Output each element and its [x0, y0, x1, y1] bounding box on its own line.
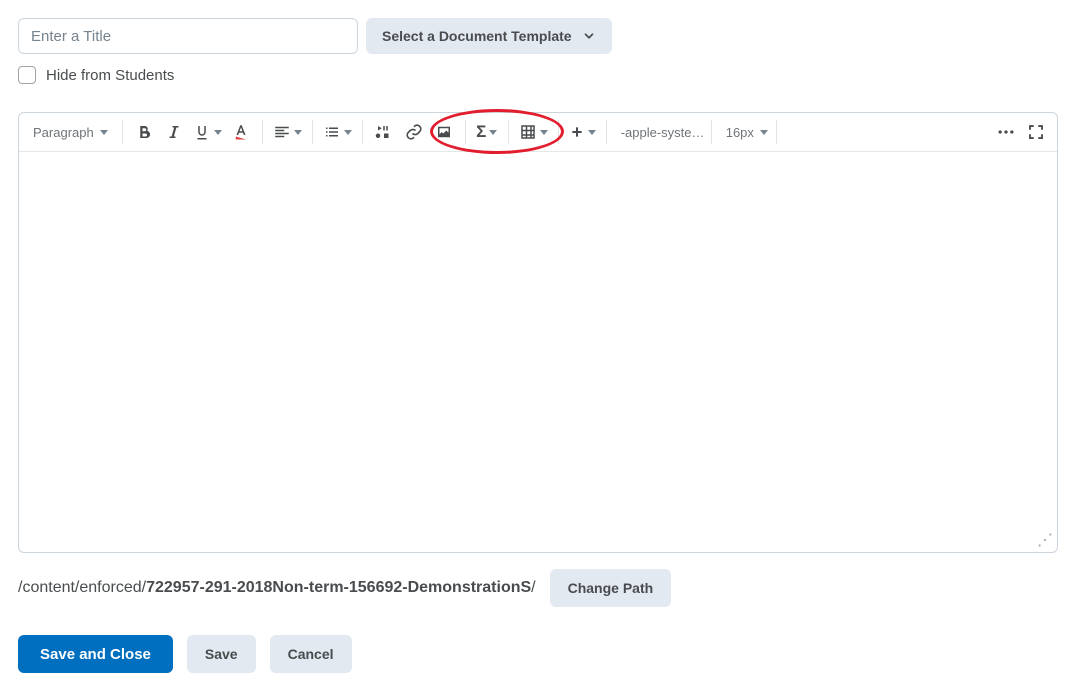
- toolbar-separator: [362, 120, 363, 144]
- chevron-down-icon: [760, 130, 768, 135]
- toolbar-separator: [711, 120, 712, 144]
- cancel-button[interactable]: Cancel: [270, 635, 352, 673]
- italic-button[interactable]: [159, 117, 189, 147]
- font-size-select[interactable]: 16px: [718, 117, 770, 147]
- insert-more-button[interactable]: [565, 117, 600, 147]
- toolbar-separator: [776, 120, 777, 144]
- chevron-down-icon: [588, 130, 596, 135]
- path-prefix: /content/enforced/: [18, 579, 146, 596]
- insert-stuff-icon: [375, 123, 393, 141]
- editor-content-area[interactable]: [19, 152, 1057, 552]
- content-path: /content/enforced/722957-291-2018Non-ter…: [18, 579, 536, 597]
- save-button[interactable]: Save: [187, 635, 256, 673]
- toolbar-separator: [262, 120, 263, 144]
- font-family-label: -apple-syste…: [621, 125, 705, 140]
- align-left-icon: [273, 123, 291, 141]
- path-suffix: /: [531, 579, 535, 596]
- select-template-button[interactable]: Select a Document Template: [366, 18, 612, 54]
- chevron-down-icon: [540, 130, 548, 135]
- toolbar-separator: [465, 120, 466, 144]
- sigma-icon: Σ: [476, 122, 486, 142]
- list-button[interactable]: [319, 117, 356, 147]
- chevron-down-icon: [582, 29, 596, 43]
- font-size-label: 16px: [726, 125, 754, 140]
- hide-from-students-checkbox[interactable]: [18, 66, 36, 84]
- toolbar-separator: [312, 120, 313, 144]
- fullscreen-icon: [1027, 123, 1045, 141]
- chevron-down-icon: [100, 130, 108, 135]
- insert-image-button[interactable]: [429, 117, 459, 147]
- path-folder: 722957-291-2018Non-term-156692-Demonstra…: [146, 579, 531, 596]
- font-family-select[interactable]: -apple-syste…: [613, 117, 705, 147]
- table-icon: [519, 123, 537, 141]
- italic-icon: [165, 123, 183, 141]
- paragraph-style-label: Paragraph: [33, 125, 94, 140]
- paragraph-style-select[interactable]: Paragraph: [25, 117, 116, 147]
- insert-link-button[interactable]: [399, 117, 429, 147]
- chevron-down-icon: [214, 130, 222, 135]
- hide-from-students-label: Hide from Students: [46, 67, 174, 84]
- toolbar-separator: [508, 120, 509, 144]
- resize-handle[interactable]: ⋰: [1037, 530, 1053, 550]
- toolbar-separator: [558, 120, 559, 144]
- change-path-button[interactable]: Change Path: [550, 569, 672, 607]
- chevron-down-icon: [489, 130, 497, 135]
- link-icon: [405, 123, 423, 141]
- bold-icon: [135, 123, 153, 141]
- text-color-button[interactable]: [226, 117, 256, 147]
- fullscreen-button[interactable]: [1021, 117, 1051, 147]
- table-button[interactable]: [515, 117, 552, 147]
- align-button[interactable]: [269, 117, 306, 147]
- equation-button[interactable]: Σ: [472, 117, 502, 147]
- editor-toolbar: Paragraph: [19, 113, 1057, 152]
- save-and-close-button[interactable]: Save and Close: [18, 635, 173, 673]
- underline-button[interactable]: [189, 117, 226, 147]
- image-icon: [435, 123, 453, 141]
- title-input[interactable]: [18, 18, 358, 54]
- select-template-label: Select a Document Template: [382, 28, 572, 44]
- chevron-down-icon: [344, 130, 352, 135]
- underline-icon: [193, 123, 211, 141]
- text-color-icon: [232, 123, 250, 141]
- list-icon: [323, 123, 341, 141]
- toolbar-separator: [606, 120, 607, 144]
- bold-button[interactable]: [129, 117, 159, 147]
- insert-stuff-button[interactable]: [369, 117, 399, 147]
- plus-icon: [569, 124, 585, 140]
- ellipsis-icon: [996, 122, 1016, 142]
- chevron-down-icon: [294, 130, 302, 135]
- toolbar-separator: [122, 120, 123, 144]
- more-actions-button[interactable]: [991, 117, 1021, 147]
- rich-text-editor: Paragraph: [18, 112, 1058, 553]
